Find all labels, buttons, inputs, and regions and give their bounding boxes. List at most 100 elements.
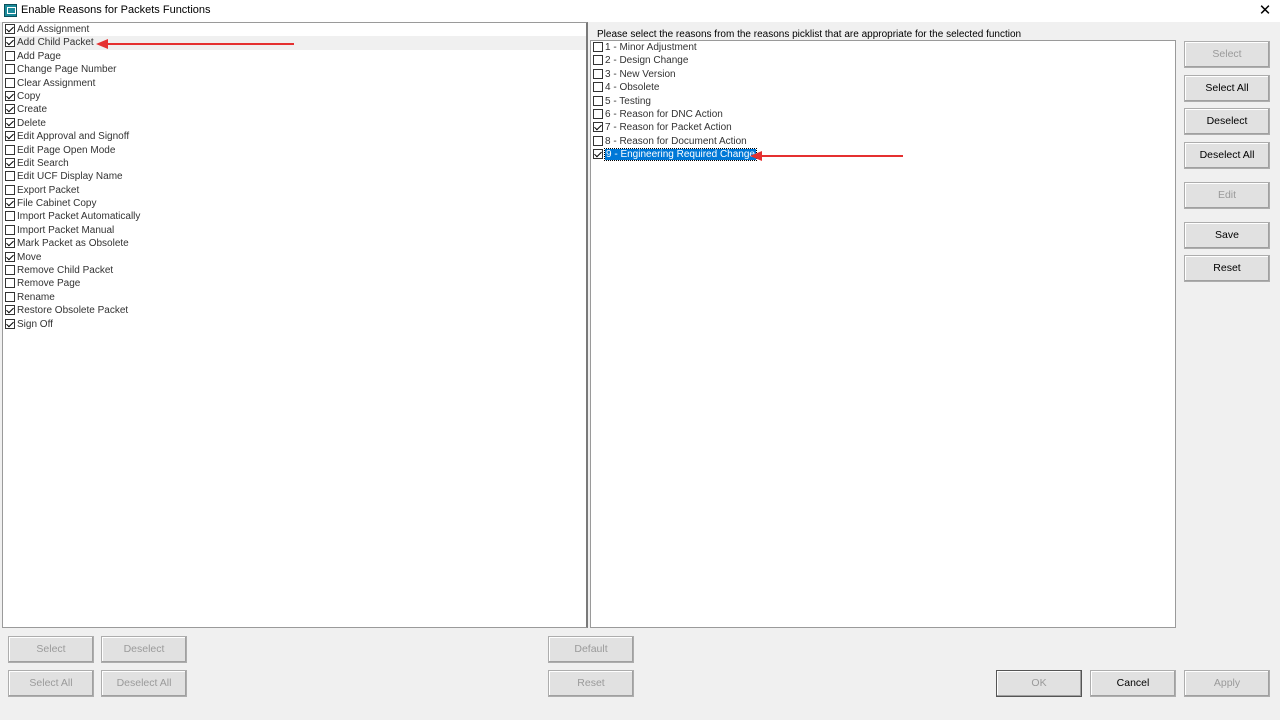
checkbox[interactable] [5,131,15,142]
function-item-label: Move [17,251,42,263]
reason-item-label: 3 - New Version [605,68,676,80]
function-item[interactable]: Edit Approval and Signoff [3,130,586,143]
checkbox[interactable] [5,50,15,61]
checkbox[interactable] [5,157,15,168]
reason-item[interactable]: 3 - New Version [591,68,1175,81]
instruction-text: Please select the reasons from the reaso… [597,29,1022,40]
function-item[interactable]: Restore Obsolete Packet [3,304,586,317]
function-item[interactable]: Import Packet Manual [3,224,586,237]
function-item[interactable]: Add Child Packet [3,36,586,50]
checkbox[interactable] [593,149,603,160]
annotation-arrow-left [96,39,294,49]
checkbox[interactable] [5,238,15,249]
select-button[interactable]: Select [1184,41,1270,68]
function-item[interactable]: Edit Page Open Mode [3,144,586,157]
function-item[interactable]: Remove Page [3,277,586,290]
default-button[interactable]: Default [548,636,634,663]
checkbox[interactable] [5,198,15,209]
deselect-button[interactable]: Deselect [1184,108,1270,135]
reasons-list[interactable]: 1 - Minor Adjustment 2 - Design Change 3 -… [590,40,1176,628]
deselect-all-button[interactable]: Deselect All [1184,142,1270,169]
checkbox[interactable] [5,318,15,329]
function-item[interactable]: Remove Child Packet [3,264,586,277]
functions-select-button[interactable]: Select [8,636,94,663]
reason-item[interactable]: 2 - Design Change [591,54,1175,67]
checkbox[interactable] [5,64,15,75]
function-item-label: Create [17,104,48,116]
function-item[interactable]: Sign Off [3,318,586,331]
function-item[interactable]: Rename [3,291,586,304]
checkbox[interactable] [5,104,15,115]
checkbox[interactable] [593,108,603,119]
function-item-label: Restore Obsolete Packet [17,305,129,317]
function-item-label: File Cabinet Copy [17,198,97,210]
checkbox[interactable] [5,90,15,101]
apply-button[interactable]: Apply [1184,670,1270,697]
checkbox[interactable] [593,82,603,93]
reason-item[interactable]: 5 - Testing [591,95,1175,108]
functions-list[interactable]: Add Assignment Add Child Packet Add Page Ch… [2,22,588,628]
functions-deselect-button[interactable]: Deselect [101,636,187,663]
checkbox[interactable] [593,42,603,52]
ok-button[interactable]: OK [996,670,1082,697]
checkbox[interactable] [5,251,15,262]
reason-item-label: 2 - Design Change [605,55,689,67]
close-icon[interactable]: ✕ [1250,0,1280,22]
function-item[interactable]: Clear Assignment [3,77,586,90]
checkbox[interactable] [593,95,603,106]
reason-item[interactable]: 7 - Reason for Packet Action [591,121,1175,134]
reset-button[interactable]: Reset [1184,255,1270,282]
function-item-label: Remove Page [17,278,81,290]
function-item[interactable]: Move [3,251,586,264]
function-item[interactable]: Import Packet Automatically [3,210,586,223]
function-item-label: Import Packet Manual [17,224,115,236]
function-item[interactable]: Add Page [3,50,586,63]
select-all-button[interactable]: Select All [1184,75,1270,102]
annotation-arrow-right [750,151,903,161]
function-item[interactable]: Change Page Number [3,63,586,76]
reason-item-label: 6 - Reason for DNC Action [605,108,723,120]
checkbox[interactable] [5,291,15,302]
function-item[interactable]: File Cabinet Copy [3,197,586,210]
checkbox[interactable] [5,24,15,34]
checkbox[interactable] [5,211,15,222]
edit-button[interactable]: Edit [1184,182,1270,209]
checkbox[interactable] [5,171,15,182]
function-item[interactable]: Add Assignment [3,23,586,36]
save-button[interactable]: Save [1184,222,1270,249]
checkbox[interactable] [5,278,15,289]
function-item[interactable]: Edit Search [3,157,586,170]
functions-select-all-button[interactable]: Select All [8,670,94,697]
function-item-label: Copy [17,90,41,102]
function-item[interactable]: Copy [3,90,586,103]
function-item-label: Delete [17,117,46,129]
checkbox[interactable] [593,55,603,66]
cancel-button[interactable]: Cancel [1090,670,1176,697]
function-item[interactable]: Export Packet [3,184,586,197]
checkbox[interactable] [5,184,15,195]
function-item-label: Mark Packet as Obsolete [17,238,129,250]
app-icon [4,4,17,17]
checkbox[interactable] [593,68,603,79]
checkbox[interactable] [5,305,15,316]
checkbox[interactable] [5,77,15,88]
function-item[interactable]: Create [3,103,586,116]
function-item-label: Add Child Packet [17,37,94,49]
bottom-reset-button[interactable]: Reset [548,670,634,697]
checkbox[interactable] [5,117,15,128]
functions-deselect-all-button[interactable]: Deselect All [101,670,187,697]
reason-item[interactable]: 8 - Reason for Document Action [591,135,1175,148]
checkbox[interactable] [593,122,603,133]
checkbox[interactable] [5,265,15,276]
reason-item[interactable]: 4 - Obsolete [591,81,1175,94]
reason-item[interactable]: 1 - Minor Adjustment [591,41,1175,54]
function-item-label: Change Page Number [17,64,117,76]
checkbox[interactable] [593,135,603,146]
checkbox[interactable] [5,224,15,235]
checkbox[interactable] [5,144,15,155]
function-item[interactable]: Edit UCF Display Name [3,170,586,183]
function-item[interactable]: Mark Packet as Obsolete [3,237,586,250]
reason-item[interactable]: 6 - Reason for DNC Action [591,108,1175,121]
function-item[interactable]: Delete [3,117,586,130]
checkbox[interactable] [5,37,15,48]
